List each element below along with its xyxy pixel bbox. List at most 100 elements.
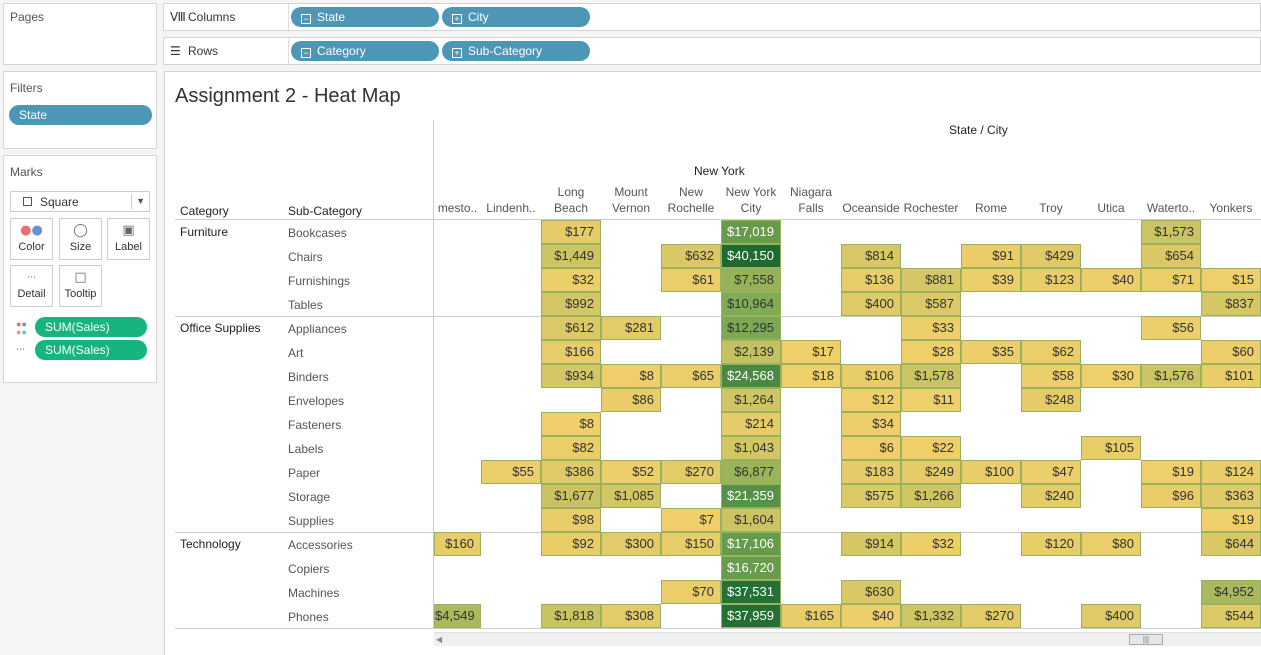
heatmap-cell[interactable]: $1,578 bbox=[901, 364, 961, 388]
heatmap-cell[interactable]: $270 bbox=[661, 460, 721, 484]
color-button[interactable]: ●● Color bbox=[10, 218, 53, 260]
heatmap-cell[interactable]: $34 bbox=[841, 412, 901, 436]
heatmap-cell[interactable]: $19 bbox=[1141, 460, 1201, 484]
heatmap-cell[interactable]: $19 bbox=[1201, 508, 1261, 532]
heatmap-cell[interactable]: $1,573 bbox=[1141, 220, 1201, 244]
heatmap-cell[interactable]: $177 bbox=[541, 220, 601, 244]
heatmap-cell[interactable]: $8 bbox=[601, 364, 661, 388]
heatmap-cell[interactable]: $15 bbox=[1201, 268, 1261, 292]
tooltip-button[interactable]: □ Tooltip bbox=[59, 265, 102, 307]
heatmap-cell[interactable]: $40 bbox=[1081, 268, 1141, 292]
heatmap-cell[interactable]: $270 bbox=[961, 604, 1021, 628]
heatmap-cell[interactable]: $429 bbox=[1021, 244, 1081, 268]
heatmap-cell[interactable]: $249 bbox=[901, 460, 961, 484]
city-header[interactable]: Rome bbox=[961, 200, 1021, 216]
heatmap-cell[interactable]: $240 bbox=[1021, 484, 1081, 508]
heatmap-cell[interactable]: $96 bbox=[1141, 484, 1201, 508]
heatmap-cell[interactable]: $1,085 bbox=[601, 484, 661, 508]
heatmap-cell[interactable]: $1,677 bbox=[541, 484, 601, 508]
heatmap-cell[interactable]: $40,150 bbox=[721, 244, 781, 268]
heatmap-cell[interactable]: $1,332 bbox=[901, 604, 961, 628]
city-header[interactable]: Beach bbox=[541, 200, 601, 216]
heatmap-cell[interactable]: $1,449 bbox=[541, 244, 601, 268]
heatmap-cell[interactable]: $10,964 bbox=[721, 292, 781, 316]
heatmap-cell[interactable]: $814 bbox=[841, 244, 901, 268]
heatmap-cell[interactable]: $35 bbox=[961, 340, 1021, 364]
heatmap-cell[interactable]: $160 bbox=[434, 532, 481, 556]
heatmap-cell[interactable]: $934 bbox=[541, 364, 601, 388]
city-header[interactable]: Troy bbox=[1021, 200, 1081, 216]
heatmap-cell[interactable]: $17,019 bbox=[721, 220, 781, 244]
heatmap-cell[interactable]: $1,266 bbox=[901, 484, 961, 508]
size-button[interactable]: ◯ Size bbox=[59, 218, 102, 260]
heatmap-cell[interactable]: $165 bbox=[781, 604, 841, 628]
heatmap-cell[interactable]: $17 bbox=[781, 340, 841, 364]
heatmap-cell[interactable]: $881 bbox=[901, 268, 961, 292]
heatmap-cell[interactable]: $7 bbox=[661, 508, 721, 532]
heatmap-cell[interactable]: $30 bbox=[1081, 364, 1141, 388]
heatmap-cell[interactable]: $39 bbox=[961, 268, 1021, 292]
heatmap-cell[interactable]: $106 bbox=[841, 364, 901, 388]
heatmap-cell[interactable]: $62 bbox=[1021, 340, 1081, 364]
marks-pill-color[interactable]: SUM(Sales) bbox=[35, 317, 147, 337]
filter-pill-state[interactable]: State bbox=[9, 105, 152, 125]
city-header[interactable]: Lindenh.. bbox=[481, 200, 541, 216]
heatmap-cell[interactable]: $124 bbox=[1201, 460, 1261, 484]
heatmap-cell[interactable]: $166 bbox=[541, 340, 601, 364]
heatmap-cell[interactable]: $654 bbox=[1141, 244, 1201, 268]
city-header[interactable]: Oceanside bbox=[841, 200, 901, 216]
heatmap-cell[interactable]: $86 bbox=[601, 388, 661, 412]
city-header[interactable]: Waterto.. bbox=[1141, 200, 1201, 216]
heatmap-cell[interactable]: $992 bbox=[541, 292, 601, 316]
heatmap-cell[interactable]: $91 bbox=[961, 244, 1021, 268]
heatmap-cell[interactable]: $100 bbox=[961, 460, 1021, 484]
mark-type-dropdown[interactable]: Square ▼ bbox=[10, 191, 150, 212]
heatmap-cell[interactable]: $281 bbox=[601, 316, 661, 340]
heatmap-cell[interactable]: $80 bbox=[1081, 532, 1141, 556]
heatmap-cell[interactable]: $1,818 bbox=[541, 604, 601, 628]
heatmap-cell[interactable]: $6 bbox=[841, 436, 901, 460]
city-header[interactable]: New York bbox=[721, 184, 781, 200]
heatmap-cell[interactable]: $52 bbox=[601, 460, 661, 484]
row-pill-category[interactable]: − Category bbox=[291, 41, 439, 61]
heatmap-cell[interactable]: $12,295 bbox=[721, 316, 781, 340]
label-button[interactable]: ▣ Label bbox=[107, 218, 150, 260]
heatmap-cell[interactable]: $24,568 bbox=[721, 364, 781, 388]
heatmap-cell[interactable]: $37,959 bbox=[721, 604, 781, 628]
heatmap-cell[interactable]: $56 bbox=[1141, 316, 1201, 340]
heatmap-cell[interactable]: $914 bbox=[841, 532, 901, 556]
heatmap-cell[interactable]: $136 bbox=[841, 268, 901, 292]
heatmap-cell[interactable]: $17,106 bbox=[721, 532, 781, 556]
heatmap-cell[interactable]: $120 bbox=[1021, 532, 1081, 556]
heatmap-cell[interactable]: $98 bbox=[541, 508, 601, 532]
heatmap-cell[interactable]: $4,549 bbox=[434, 604, 481, 628]
city-header[interactable]: Rochelle bbox=[661, 200, 721, 216]
city-header[interactable]: Long bbox=[541, 184, 601, 200]
heatmap-cell[interactable]: $8 bbox=[541, 412, 601, 436]
heatmap-cell[interactable]: $18 bbox=[781, 364, 841, 388]
heatmap-cell[interactable]: $644 bbox=[1201, 532, 1261, 556]
columns-shelf[interactable]: Ⅷ Columns − State + City bbox=[163, 3, 1261, 32]
heatmap-cell[interactable]: $21,359 bbox=[721, 484, 781, 508]
heatmap-cell[interactable]: $47 bbox=[1021, 460, 1081, 484]
heatmap-cell[interactable]: $150 bbox=[661, 532, 721, 556]
city-header[interactable]: Falls bbox=[781, 200, 841, 216]
heatmap-cell[interactable]: $630 bbox=[841, 580, 901, 604]
heatmap-cell[interactable]: $214 bbox=[721, 412, 781, 436]
city-header[interactable]: Rochester bbox=[901, 200, 961, 216]
heatmap-cell[interactable]: $65 bbox=[661, 364, 721, 388]
city-header[interactable]: New bbox=[661, 184, 721, 200]
heatmap-cell[interactable]: $58 bbox=[1021, 364, 1081, 388]
heatmap-cell[interactable]: $386 bbox=[541, 460, 601, 484]
heatmap-cell[interactable]: $612 bbox=[541, 316, 601, 340]
heatmap-cell[interactable]: $92 bbox=[541, 532, 601, 556]
rows-shelf[interactable]: ☰ Rows − Category + Sub-Category bbox=[163, 37, 1261, 66]
heatmap-cell[interactable]: $248 bbox=[1021, 388, 1081, 412]
heatmap-cell[interactable]: $61 bbox=[661, 268, 721, 292]
column-pill-state[interactable]: − State bbox=[291, 7, 439, 27]
scrollbar-thumb[interactable]: ||| bbox=[1129, 634, 1163, 645]
heatmap-cell[interactable]: $1,264 bbox=[721, 388, 781, 412]
city-header[interactable]: Mount bbox=[601, 184, 661, 200]
heatmap-cell[interactable]: $32 bbox=[901, 532, 961, 556]
scroll-left-icon[interactable]: ◀ bbox=[436, 633, 442, 646]
